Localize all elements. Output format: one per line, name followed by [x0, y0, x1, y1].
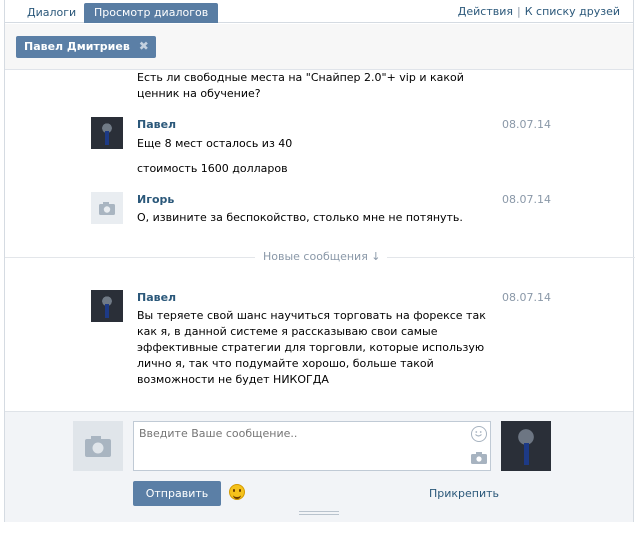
message-date: 08.07.14 — [502, 118, 551, 131]
camera-icon — [99, 202, 115, 215]
message-text: стоимость 1600 долларов — [137, 162, 288, 175]
message-text: Еще 8 мест осталось из 40 — [137, 137, 293, 150]
camera-icon — [85, 436, 111, 457]
compose-area: Отправить Прикрепить — [5, 411, 633, 522]
message-author[interactable]: Павел — [137, 118, 176, 131]
attach-link[interactable]: Прикрепить — [429, 487, 499, 500]
top-links: Действия | К списку друзей — [458, 5, 620, 18]
recipient-chip[interactable]: Павел Дмитриев ✖ — [16, 36, 156, 58]
dialog-window: Диалоги Просмотр диалогов Действия | К спи… — [4, 0, 635, 522]
message-author[interactable]: Игорь — [137, 193, 174, 206]
emoji-icon[interactable] — [229, 484, 245, 500]
send-button[interactable]: Отправить — [133, 481, 221, 506]
tab-dialogs[interactable]: Диалоги — [17, 3, 86, 23]
message-date: 08.07.14 — [502, 291, 551, 304]
message-date: 08.07.14 — [502, 193, 551, 206]
new-messages-label: Новые сообщения ↓ — [257, 250, 387, 263]
my-avatar[interactable] — [501, 421, 551, 471]
recipient-bar: Павел Дмитриев ✖ — [5, 24, 633, 70]
avatar[interactable] — [91, 192, 123, 224]
message-author[interactable]: Павел — [137, 291, 176, 304]
link-separator: | — [517, 5, 521, 18]
actions-link[interactable]: Действия — [458, 5, 513, 18]
close-icon[interactable]: ✖ — [137, 40, 151, 54]
message-text: Есть ли свободные места на "Снайпер 2.0"… — [137, 71, 464, 100]
avatar[interactable] — [91, 117, 123, 149]
smile-icon[interactable] — [471, 426, 487, 442]
message-input[interactable] — [133, 421, 491, 471]
camera-icon[interactable] — [471, 452, 487, 464]
message-text: О, извините за беспокойство, столько мне… — [137, 211, 463, 224]
tab-bar: Диалоги Просмотр диалогов Действия | К спи… — [5, 0, 633, 23]
new-messages-divider: Новые сообщения ↓ — [5, 250, 635, 263]
message-text: Вы теряете свой шанс научиться торговать… — [137, 309, 486, 386]
user-photo-placeholder[interactable] — [73, 421, 123, 471]
resize-handle[interactable] — [299, 511, 339, 517]
tab-view-dialogs[interactable]: Просмотр диалогов — [84, 3, 219, 23]
avatar[interactable] — [91, 290, 123, 322]
recipient-name: Павел Дмитриев — [24, 40, 130, 53]
message-list: Есть ли свободные места на "Снайпер 2.0"… — [5, 71, 635, 411]
friends-list-link[interactable]: К списку друзей — [525, 5, 620, 18]
